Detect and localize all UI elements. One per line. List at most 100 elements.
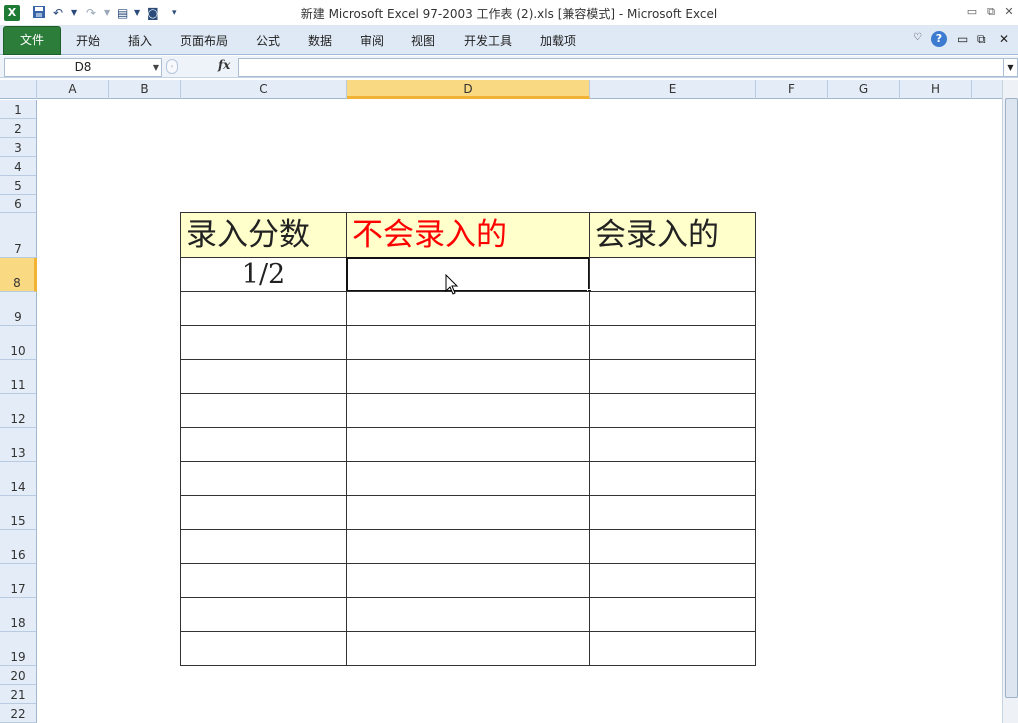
cell-d9[interactable] [346,291,590,326]
cell-e9[interactable] [589,291,756,326]
column-header-bar: A B C D E F G H [0,80,1002,99]
row-header-2[interactable]: 2 [0,119,37,138]
cell-d12[interactable] [346,393,590,428]
tab-formulas[interactable]: 公式 [256,32,280,49]
cell-d10[interactable] [346,325,590,360]
column-header-e[interactable]: E [590,80,756,99]
cell-e7[interactable]: 会录入的 [589,212,756,258]
column-header-c[interactable]: C [181,80,347,99]
row-header-6[interactable]: 6 [0,195,37,213]
cell-c9[interactable] [180,291,347,326]
cell-e8[interactable] [589,257,756,292]
cell-d15[interactable] [346,495,590,530]
scrollbar-thumb[interactable] [1005,98,1018,698]
cell-e12[interactable] [589,393,756,428]
column-header-g[interactable]: G [828,80,900,99]
cell-e10[interactable] [589,325,756,360]
cell-c11[interactable] [180,359,347,394]
row-header-16[interactable]: 16 [0,530,37,564]
column-header-f[interactable]: F [756,80,828,99]
row-header-5[interactable]: 5 [0,176,37,195]
row-header-11[interactable]: 11 [0,360,37,394]
row-header-12[interactable]: 12 [0,394,37,428]
cell-d11[interactable] [346,359,590,394]
cell-e17[interactable] [589,563,756,598]
cell-d8[interactable] [346,257,590,292]
cell-c19[interactable] [180,631,347,666]
insert-function-icon[interactable]: fx [218,58,230,72]
row-header-14[interactable]: 14 [0,462,37,496]
cell-c13[interactable] [180,427,347,462]
tab-insert[interactable]: 插入 [128,32,152,49]
row-header-4[interactable]: 4 [0,157,37,176]
formula-input[interactable] [238,58,1004,77]
workbook-restore-icon[interactable]: ⧉ [977,32,986,47]
tab-developer[interactable]: 开发工具 [464,32,512,49]
cell-c16[interactable] [180,529,347,564]
column-header-b[interactable]: B [109,80,181,99]
tab-view[interactable]: 视图 [411,32,435,49]
row-header-15[interactable]: 15 [0,496,37,530]
formula-bar-handle-icon[interactable]: ◦ [166,59,178,74]
cell-c12[interactable] [180,393,347,428]
cell-e18[interactable] [589,597,756,632]
cell-e11[interactable] [589,359,756,394]
cell-d19[interactable] [346,631,590,666]
row-header-1[interactable]: 1 [0,100,37,119]
row-header-21[interactable]: 21 [0,685,37,704]
restore-icon[interactable]: ⧉ [983,5,999,19]
cell-d13[interactable] [346,427,590,462]
cell-c17[interactable] [180,563,347,598]
workbook-close-icon[interactable]: ✕ [999,32,1009,46]
row-header-17[interactable]: 17 [0,564,37,598]
cell-e14[interactable] [589,461,756,496]
ribbon-minimize-icon[interactable]: ♡ [913,32,922,43]
row-header-8[interactable]: 8 [0,258,37,292]
row-header-13[interactable]: 13 [0,428,37,462]
column-header-h[interactable]: H [900,80,972,99]
row-header-22[interactable]: 22 [0,704,37,723]
row-header-18[interactable]: 18 [0,598,37,632]
tab-addins[interactable]: 加载项 [540,32,576,49]
row-header-7[interactable]: 7 [0,213,37,258]
formula-bar: D8 ▼ ◦ fx ▼ [0,56,1018,78]
tab-home[interactable]: 开始 [76,32,100,49]
select-all-corner[interactable] [0,80,37,99]
row-header-19[interactable]: 19 [0,632,37,666]
expand-formula-bar-icon[interactable]: ▼ [1003,58,1018,77]
cell-d7[interactable]: 不会录入的 [346,212,590,258]
cell-e13[interactable] [589,427,756,462]
row-header-20[interactable]: 20 [0,666,37,685]
column-header-a[interactable]: A [37,80,109,99]
tab-review[interactable]: 审阅 [360,32,384,49]
title-bar: X ↶ ▼ ↷ ▼ ▤ ▼ ◙ ▾ 新建 Microsoft Excel 97-… [0,0,1018,26]
row-header-9[interactable]: 9 [0,292,37,326]
tab-data[interactable]: 数据 [308,32,332,49]
mouse-pointer-icon [445,273,459,296]
chevron-down-icon[interactable]: ▼ [153,59,159,76]
cell-c8[interactable]: 1/2 [180,257,347,292]
tab-page-layout[interactable]: 页面布局 [180,32,228,49]
vertical-scrollbar[interactable] [1002,80,1018,723]
cell-c10[interactable] [180,325,347,360]
row-header-3[interactable]: 3 [0,138,37,157]
row-header-10[interactable]: 10 [0,326,37,360]
cell-d18[interactable] [346,597,590,632]
cell-d17[interactable] [346,563,590,598]
cell-e19[interactable] [589,631,756,666]
help-icon[interactable]: ? [931,31,947,47]
cell-d16[interactable] [346,529,590,564]
tab-file[interactable]: 文件 [3,26,61,55]
cell-e16[interactable] [589,529,756,564]
cell-e15[interactable] [589,495,756,530]
cell-d14[interactable] [346,461,590,496]
workbook-minimize-icon[interactable]: ▭ [957,32,968,46]
column-header-d[interactable]: D [347,80,590,99]
cell-c18[interactable] [180,597,347,632]
name-box[interactable]: D8 ▼ [4,58,162,77]
minimize-icon[interactable]: ▭ [964,5,980,19]
cell-c7[interactable]: 录入分数 [180,212,347,258]
cell-c15[interactable] [180,495,347,530]
cell-c14[interactable] [180,461,347,496]
close-icon[interactable]: ✕ [1001,5,1017,19]
